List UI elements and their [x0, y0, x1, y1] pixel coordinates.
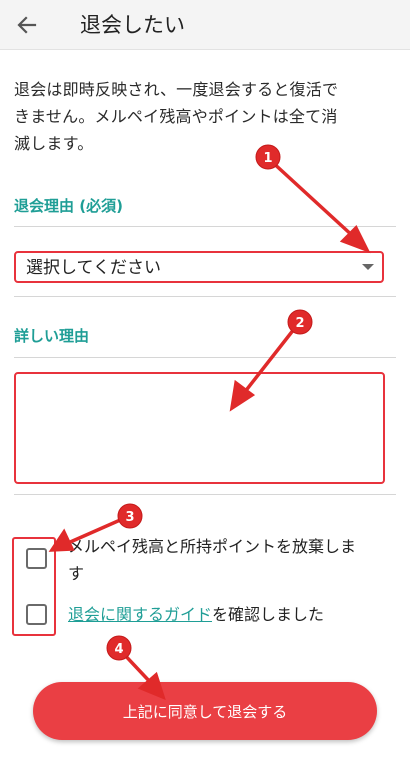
divider — [14, 494, 396, 495]
withdrawal-guide-link[interactable]: 退会に関するガイド — [68, 605, 212, 624]
annotation-arrow — [119, 649, 154, 686]
guide-confirm-checkbox[interactable] — [26, 604, 47, 625]
dropdown-caret-icon — [362, 264, 374, 270]
divider — [14, 296, 396, 297]
forfeit-label-line-2: す — [68, 564, 85, 583]
detail-textarea[interactable] — [14, 372, 385, 484]
annotation-badge-2: 2 — [287, 309, 313, 335]
forfeit-label-line-1: メルペイ残高と所持ポイントを放棄しま — [68, 537, 357, 556]
forfeit-balance-label: メルペイ残高と所持ポイントを放棄しま す — [68, 533, 393, 587]
notice-line-3: 滅します。 — [14, 134, 94, 153]
guide-confirm-label: 退会に関するガイドを確認しました — [68, 601, 324, 628]
agree-withdraw-button[interactable]: 上記に同意して退会する — [33, 682, 377, 740]
reason-select[interactable]: 選択してください — [14, 251, 384, 283]
page-title: 退会したい — [80, 13, 185, 37]
annotation-badge-4: 4 — [106, 635, 132, 661]
app-bar: 退会したい — [0, 0, 410, 50]
annotation-badge-label: 4 — [114, 642, 123, 657]
withdrawal-notice: 退会は即時反映され、一度退会すると復活で きません。メルペイ残高やポイントは全て… — [14, 76, 400, 157]
annotation-arrowhead — [339, 225, 371, 254]
reason-select-value: 選択してください — [26, 258, 161, 278]
annotation-badge-label: 3 — [125, 510, 134, 525]
notice-line-1: 退会は即時反映され、一度退会すると復活で — [14, 80, 339, 99]
reason-label: 退会理由 (必須) — [14, 197, 123, 215]
divider — [14, 226, 396, 227]
forfeit-balance-checkbox[interactable] — [26, 548, 47, 569]
agree-withdraw-button-label: 上記に同意して退会する — [122, 702, 288, 721]
annotation-badge-3: 3 — [117, 503, 143, 529]
back-arrow-icon[interactable] — [13, 11, 41, 39]
detail-label: 詳しい理由 — [14, 327, 90, 345]
annotation-badge-label: 2 — [295, 316, 304, 331]
divider — [14, 357, 396, 358]
guide-confirm-suffix: を確認しました — [212, 605, 325, 624]
notice-line-2: きません。メルペイ残高やポイントは全て消 — [14, 107, 338, 126]
